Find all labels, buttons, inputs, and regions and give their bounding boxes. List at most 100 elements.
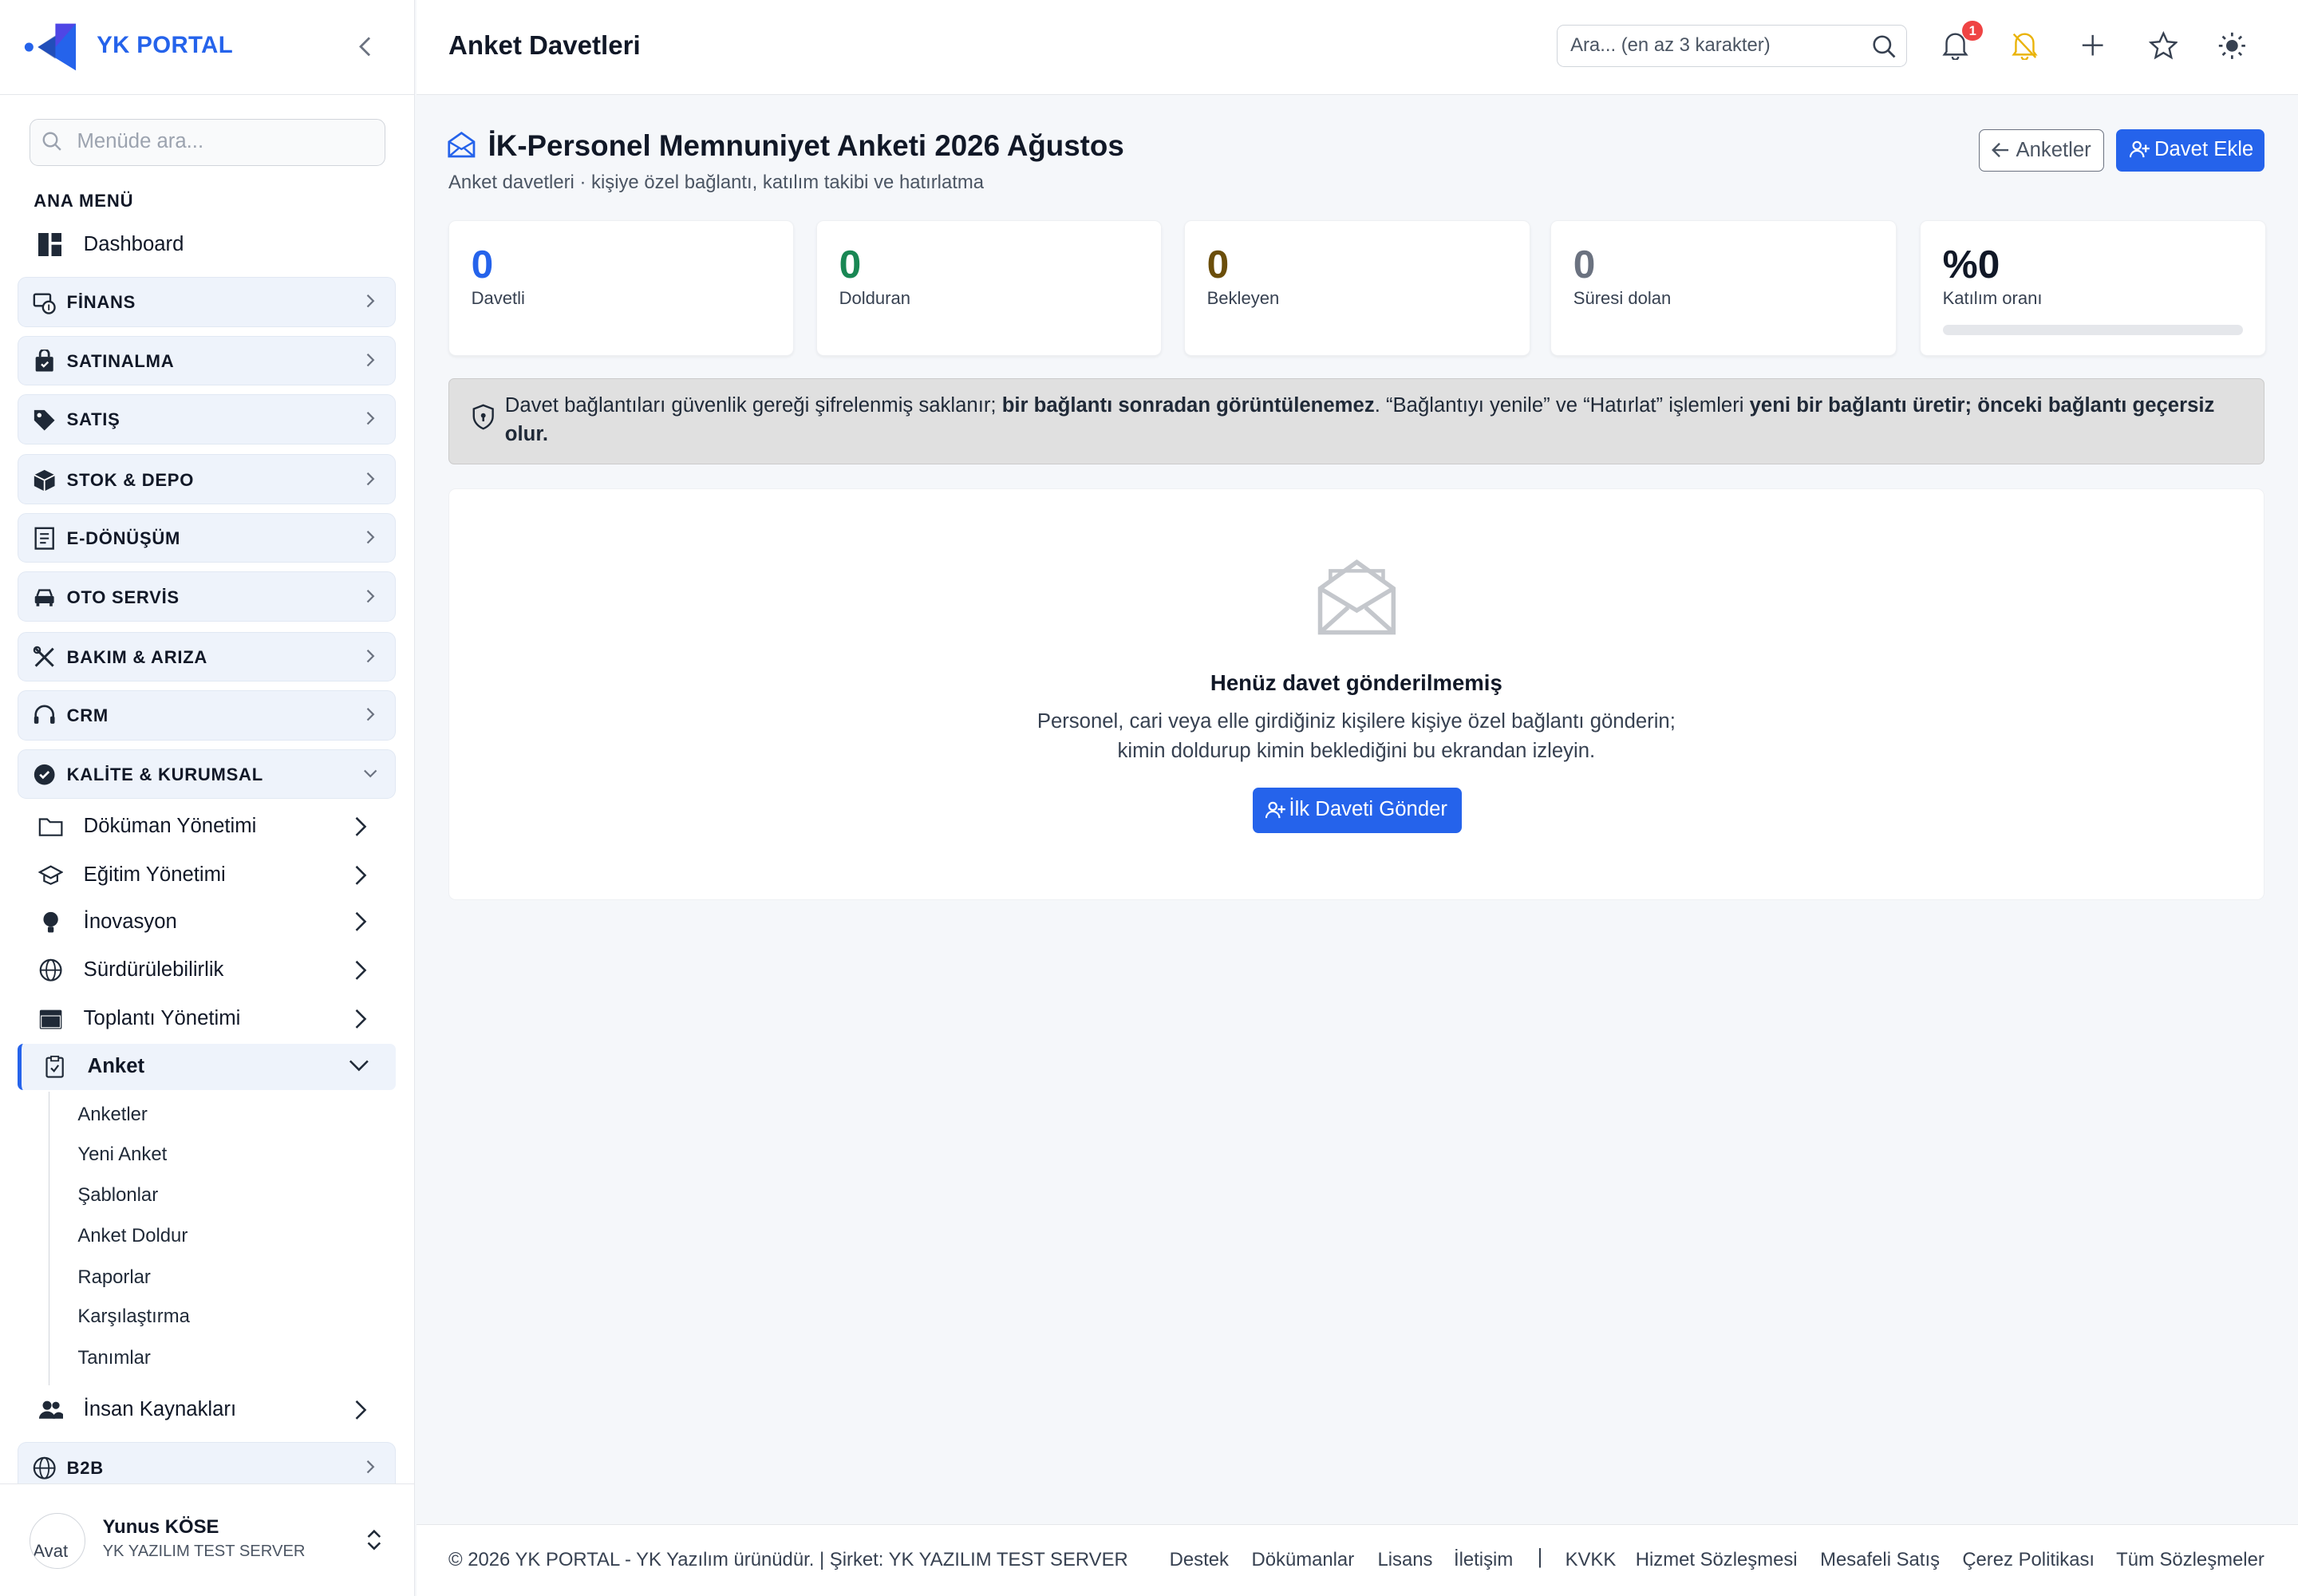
bell-slash-icon[interactable]: [2011, 31, 2039, 61]
clipboard-check-icon: [42, 1055, 67, 1079]
global-search: [1556, 25, 1907, 68]
sidebar-item-label: Dashboard: [83, 233, 184, 256]
folder-icon: [38, 815, 63, 838]
stat-label: Katılım oranı: [1942, 287, 2043, 308]
sidebar-group-satinalma[interactable]: SATINALMA: [18, 335, 396, 386]
sidebar-group-label: STOK & DEPO: [66, 469, 195, 490]
security-notice-text: Davet bağlantıları güvenlik gereği şifre…: [504, 393, 2215, 446]
mortarboard-icon: [38, 863, 63, 887]
sidebar-group-label: SATIŞ: [66, 409, 120, 430]
stat-card-completed: 0 Dolduran: [816, 219, 1163, 357]
empty-state-panel: Henüz davet gönderilmemiş Personel, cari…: [448, 488, 2264, 900]
stat-label: Süresi dolan: [1573, 287, 1672, 308]
logo-icon[interactable]: [23, 21, 81, 73]
tag-icon: [33, 409, 56, 432]
security-notice: Davet bağlantıları güvenlik gereği şifre…: [448, 377, 2264, 465]
send-first-invite-button[interactable]: İlk Daveti Gönder: [1252, 788, 1463, 834]
sidebar-item-surdurulebilirlik[interactable]: Sürdürülebilirlik: [18, 947, 396, 994]
footer-link-dokumanlar[interactable]: Dökümanlar: [1252, 1549, 1355, 1571]
chevron-up-down-icon[interactable]: [364, 1528, 385, 1551]
sun-icon[interactable]: [2217, 31, 2247, 61]
chevron-down-icon: [363, 766, 377, 780]
patch-check-icon: [33, 763, 56, 786]
sidebar-group-kalite-kurumsal[interactable]: KALİTE & KURUMSAL: [18, 749, 396, 799]
chevron-right-icon: [363, 353, 377, 367]
footer-link-lisans[interactable]: Lisans: [1377, 1549, 1432, 1571]
stat-value: 0: [471, 242, 494, 287]
global-search-input[interactable]: [1567, 26, 1861, 65]
footer-link-hizmet-sozlesmesi[interactable]: Hizmet Sözleşmesi: [1636, 1549, 1798, 1571]
sidebar-group-b2b[interactable]: B2B: [18, 1442, 396, 1483]
chevron-right-icon: [363, 1460, 377, 1474]
sidebar-subitem-tanimlar[interactable]: Tanımlar: [77, 1347, 151, 1369]
participation-progress-bar: [1942, 324, 2244, 335]
sidebar-item-label: Toplantı Yönetimi: [83, 1006, 241, 1029]
menu-search-input[interactable]: [73, 119, 375, 164]
page-subtitle: Anket davetleri · kişiye özel bağlantı, …: [448, 171, 985, 193]
footer-link-kvkk[interactable]: KVKK: [1566, 1549, 1617, 1571]
sidebar-subitem-karsilastirma[interactable]: Karşılaştırma: [77, 1306, 190, 1328]
stat-card-invited: 0 Davetli: [448, 219, 795, 357]
sidebar-group-bakim-ariza[interactable]: BAKIM & ARIZA: [18, 631, 396, 682]
sidebar-item-label: Döküman Yönetimi: [83, 815, 257, 838]
sidebar-item-dokuman-yonetimi[interactable]: Döküman Yönetimi: [18, 804, 396, 851]
chevron-right-icon: [363, 472, 377, 486]
sidebar-subitem-yeni-anket[interactable]: Yeni Anket: [77, 1144, 167, 1166]
sidebar-item-inovasyon[interactable]: İnovasyon: [18, 899, 396, 946]
footer-link-destek[interactable]: Destek: [1170, 1549, 1229, 1571]
sidebar-group-oto-servis[interactable]: OTO SERVİS: [18, 571, 396, 622]
stat-label: Dolduran: [839, 287, 910, 308]
stat-value: %0: [1942, 242, 2000, 287]
sidebar-group-label: SATINALMA: [66, 350, 175, 371]
sidebar-group-finans[interactable]: FİNANS: [18, 277, 396, 327]
sidebar-item-dashboard[interactable]: Dashboard: [18, 223, 396, 267]
sidebar-group-stok-depo[interactable]: STOK & DEPO: [18, 454, 396, 504]
footer-link-tum-sozlesmeler[interactable]: Tüm Sözleşmeler: [2116, 1549, 2264, 1571]
sidebar-subitem-sablonlar[interactable]: Şablonlar: [77, 1184, 158, 1207]
plus-icon[interactable]: [2081, 34, 2104, 57]
lightbulb-icon: [38, 911, 63, 934]
footer-link-cerez-politikasi[interactable]: Çerez Politikası: [1962, 1549, 2095, 1571]
sidebar-group-satis[interactable]: SATIŞ: [18, 394, 396, 444]
car-icon: [33, 586, 56, 609]
section-title: ANA MENÜ: [34, 190, 134, 211]
chevron-left-icon[interactable]: [352, 32, 381, 61]
add-invite-button[interactable]: Davet Ekle: [2116, 128, 2264, 172]
sidebar-group-label: OTO SERVİS: [66, 587, 180, 607]
chevron-right-icon: [363, 530, 377, 544]
back-to-surveys-button[interactable]: Anketler: [1978, 128, 2105, 172]
user-panel[interactable]: Avat Yunus KÖSE YK YAZILIM TEST SERVER: [0, 1483, 415, 1596]
stat-label: Bekleyen: [1206, 287, 1280, 308]
menu-search: [29, 118, 386, 166]
envelope-open-icon: [447, 130, 476, 160]
sidebar-subitem-anket-doldur[interactable]: Anket Doldur: [77, 1225, 188, 1247]
sidebar-item-anket[interactable]: Anket: [18, 1043, 396, 1091]
sidebar-item-label: Anket: [87, 1055, 145, 1078]
sidebar-item-egitim-yonetimi[interactable]: Eğitim Yönetimi: [18, 851, 396, 899]
chevron-right-icon: [363, 589, 377, 603]
sidebar-subitem-raporlar[interactable]: Raporlar: [77, 1266, 151, 1289]
footer-link-mesafeli-satis[interactable]: Mesafeli Satış: [1820, 1549, 1940, 1571]
sidebar: YK PORTAL ANA MENÜ Dashboard FİNANS SATI…: [0, 0, 415, 1596]
box-icon: [33, 468, 56, 492]
search-icon: [41, 131, 62, 152]
sidebar-item-insan-kaynaklari[interactable]: İnsan Kaynakları: [18, 1387, 396, 1434]
submenu-rail: [48, 1092, 50, 1385]
sidebar-item-toplanti-yonetimi[interactable]: Toplantı Yönetimi: [18, 995, 396, 1042]
sidebar-item-label: İnovasyon: [83, 910, 177, 933]
footer-link-iletisim[interactable]: İletişim: [1454, 1549, 1513, 1571]
sidebar-group-crm[interactable]: CRM: [18, 690, 396, 741]
dashboard-icon: [38, 233, 62, 257]
stat-card-expired: 0 Süresi dolan: [1550, 219, 1897, 357]
sidebar-group-label: B2B: [66, 1457, 104, 1478]
footer: © 2026 YK PORTAL - YK Yazılım ürünüdür. …: [416, 1524, 2298, 1596]
finance-icon: [33, 291, 57, 314]
star-icon[interactable]: [2148, 30, 2178, 61]
sidebar-item-label: İnsan Kaynakları: [83, 1398, 237, 1421]
tools-icon: [33, 646, 56, 669]
sidebar-group-e-donusum[interactable]: E-DÖNÜŞÜM: [18, 512, 396, 563]
chevron-right-icon: [363, 707, 377, 721]
sidebar-subitem-anketler[interactable]: Anketler: [77, 1104, 148, 1126]
sidebar-item-label: Eğitim Yönetimi: [83, 863, 226, 886]
search-icon[interactable]: [1872, 34, 1897, 59]
